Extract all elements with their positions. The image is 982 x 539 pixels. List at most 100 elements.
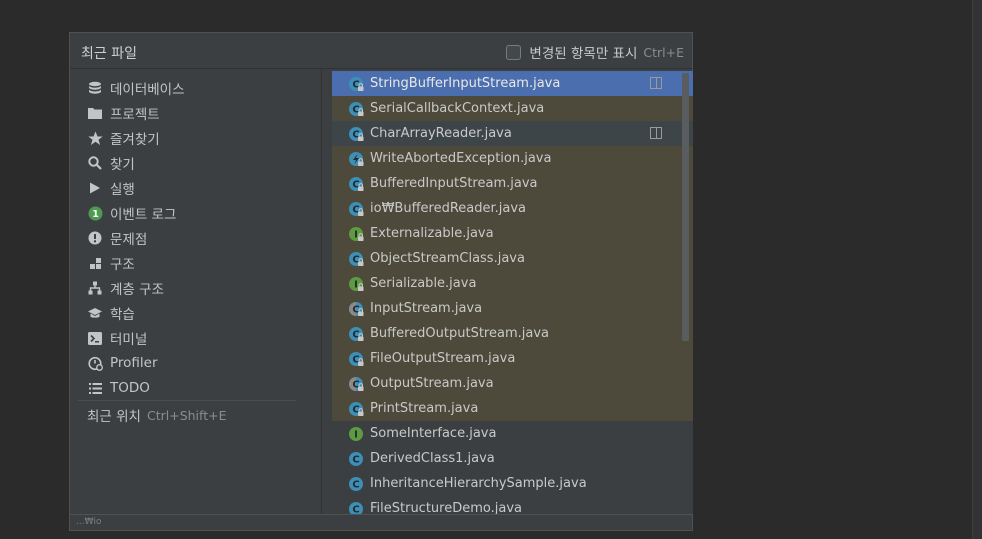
java-class-icon: C [348,326,364,342]
file-list-scrollbar[interactable] [682,73,689,341]
changed-only-filter[interactable]: 변경된 항목만 표시 Ctrl+E [506,42,684,62]
file-list-item[interactable]: C CharArrayReader.java [332,121,693,146]
file-name: io₩BufferedReader.java [370,201,527,216]
file-list-item[interactable]: C BufferedInputStream.java [332,171,693,196]
file-name: PrintStream.java [370,401,479,416]
svg-text:C: C [352,454,359,465]
file-list-item[interactable]: C FileStructureDemo.java [332,496,693,514]
svg-text:I: I [354,429,358,440]
java-class-icon: C [348,476,364,492]
file-name: InheritanceHierarchySample.java [370,476,587,491]
tool-window-item[interactable]: 학습 [87,302,135,324]
popup-header: 최근 파일 변경된 항목만 표시 Ctrl+E [70,33,692,69]
java-class-icon: C [348,126,364,142]
file-list: C StringBufferInputStream.java C SerialCall… [332,71,693,514]
file-list-item[interactable]: C DerivedClass1.java [332,446,693,471]
tool-window-label: 찾기 [110,157,135,173]
tool-window-item[interactable]: 데이터베이스 [87,77,185,99]
tool-window-label: 계층 구조 [110,282,164,298]
editor-right-gutter [972,0,982,539]
changed-only-checkbox[interactable] [506,44,522,60]
nav-separator [78,400,296,401]
tool-window-label: 실행 [110,182,135,198]
svg-text:C: C [352,504,359,514]
tool-window-label: 즐겨찾기 [110,132,160,148]
java-class-icon: C [348,76,364,92]
changed-only-label: 변경된 항목만 표시 [529,46,638,62]
search-icon [87,155,103,171]
file-name: CharArrayReader.java [370,126,512,141]
svg-text:C: C [352,479,359,490]
tool-window-item[interactable]: 1 이벤트 로그 [87,202,176,224]
hierarchy-icon [87,280,103,296]
tool-window-item[interactable]: 프로젝트 [87,102,160,124]
tool-window-label: 구조 [110,257,135,273]
recent-locations-shortcut: Ctrl+Shift+E [146,407,227,423]
recent-files-popup: 최근 파일 변경된 항목만 표시 Ctrl+E 데이터베이스프로젝트즐겨찾기찾기… [69,32,693,531]
structure-icon [87,255,103,271]
java-class-icon: C [348,101,364,117]
file-list-item[interactable]: C StringBufferInputStream.java [332,71,693,96]
java-interface-icon: I [348,276,364,292]
file-list-item[interactable]: C OutputStream.java [332,371,693,396]
tool-window-item[interactable]: 즐겨찾기 [87,127,160,149]
java-exception-icon [348,151,364,167]
open-in-split-icon[interactable] [650,127,662,139]
java-class-icon: C [348,351,364,367]
file-list-item[interactable]: C InheritanceHierarchySample.java [332,471,693,496]
file-name: Serializable.java [370,276,477,291]
file-list-item[interactable]: C BufferedOutputStream.java [332,321,693,346]
java-class-icon: C [348,201,364,217]
file-list-item[interactable]: C ObjectStreamClass.java [332,246,693,271]
tool-window-item[interactable]: 계층 구조 [87,277,164,299]
tool-window-item[interactable]: 터미널 [87,327,147,349]
java-class-icon: C [348,176,364,192]
file-name: StringBufferInputStream.java [370,76,561,91]
file-name: FileStructureDemo.java [370,501,522,514]
file-list-item[interactable]: I Serializable.java [332,271,693,296]
java-class-icon: C [348,501,364,514]
file-name: Externalizable.java [370,226,494,241]
file-name: SomeInterface.java [370,426,497,441]
java-interface-icon: I [348,226,364,242]
file-list-item[interactable]: C PrintStream.java [332,396,693,421]
file-list-item[interactable]: I Externalizable.java [332,221,693,246]
java-class-icon: C [348,451,364,467]
file-list-item[interactable]: Cio₩BufferedReader.java [332,196,693,221]
svg-text:I: I [354,229,358,240]
tool-window-item[interactable]: 실행 [87,177,135,199]
tool-window-item[interactable]: Profiler [87,352,158,374]
open-in-split-icon[interactable] [650,77,662,89]
tool-window-item[interactable]: 구조 [87,252,135,274]
problems-icon [87,230,103,246]
terminal-icon [87,330,103,346]
tool-window-label: 데이터베이스 [110,82,185,98]
tool-window-label: Profiler [110,355,158,371]
tool-window-item[interactable]: TODO [87,377,150,399]
file-list-item[interactable]: WriteAbortedException.java [332,146,693,171]
java-class-icon: C [348,401,364,417]
file-name: BufferedOutputStream.java [370,326,549,341]
popup-title: 최근 파일 [81,46,137,62]
file-list-item[interactable]: I SomeInterface.java [332,421,693,446]
file-list-item[interactable]: C FileOutputStream.java [332,346,693,371]
java-interface-icon: I [348,426,364,442]
learn-icon [87,305,103,321]
file-list-item[interactable]: C InputStream.java [332,296,693,321]
recent-locations-label: 최근 위치 [87,409,141,425]
file-name: BufferedInputStream.java [370,176,538,191]
tool-window-label: TODO [110,380,150,396]
file-name: WriteAbortedException.java [370,151,552,166]
tool-window-label: 터미널 [110,332,148,348]
java-class-icon: C [348,251,364,267]
profiler-icon [87,355,103,371]
svg-text:I: I [354,279,358,290]
file-list-item[interactable]: C SerialCallbackContext.java [332,96,693,121]
recent-locations-link[interactable]: 최근 위치 Ctrl+Shift+E [87,404,226,426]
tool-window-list: 데이터베이스프로젝트즐겨찾기찾기실행 1 이벤트 로그문제점구조계층 구조학습터미널… [70,69,322,514]
changed-only-shortcut: Ctrl+E [643,44,684,60]
run-icon [87,180,103,196]
tool-window-item[interactable]: 문제점 [87,227,147,249]
tool-window-item[interactable]: 찾기 [87,152,135,174]
file-name: DerivedClass1.java [370,451,495,466]
